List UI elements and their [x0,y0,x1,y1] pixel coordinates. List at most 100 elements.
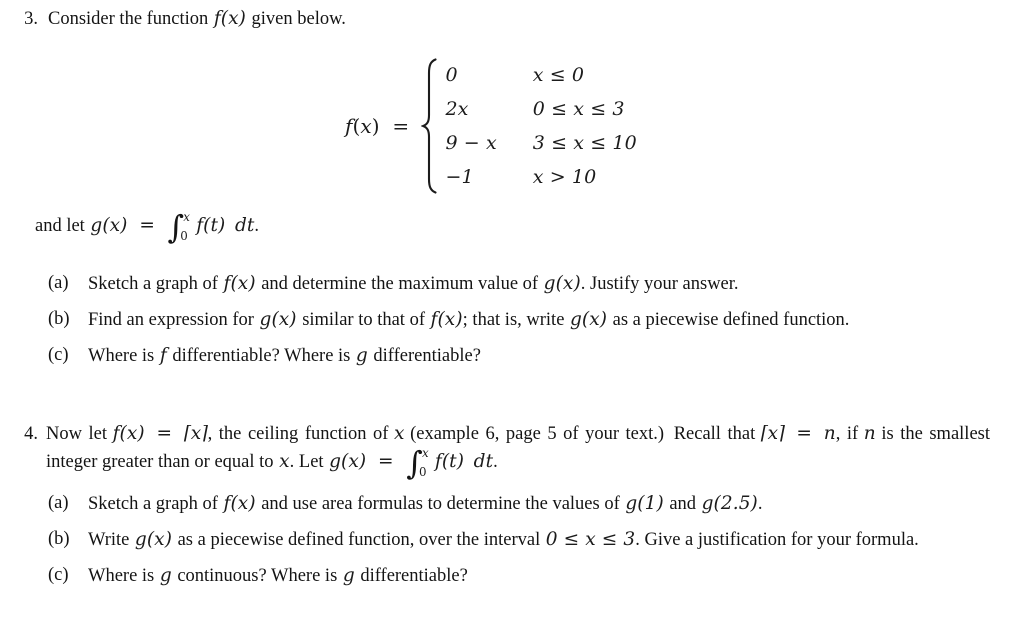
problem-3-part-b: (b) Find an expression for g(x) similar to… [48,306,932,335]
problem-4-part-b-label: (b) [48,528,70,549]
ceiling-function-notation-2: ⌈x⌉ [760,423,785,444]
problem-3-part-c-label: (c) [48,344,69,365]
andlet-gx: g(x) [90,215,128,236]
p4c-text-2: continuous? Where is [177,565,338,586]
p3b-text-3: ; that is, write [462,309,565,330]
p4b-text-2: as a piecewise defined function, over th… [177,529,541,550]
piecewise-cases-table: 0 x ≤ 0 2x 0 ≤ x ≤ 3 9 − x 3 ≤ x ≤ 10 −1… [437,58,636,194]
ceiling-function-notation: ⌈x⌉ [183,423,208,444]
p4-line1-b: , the ceiling function of [207,424,389,444]
piecewise-lhs-var: x [360,113,372,138]
problem-3-andlet-line: and let g(x) = ∫ x 0 f(t) dt. [35,209,535,242]
p3b-text-4: as a piecewise defined function. [612,309,850,330]
piecewise-case-condition-4: x > 10 [532,166,597,188]
p3c-text-3: differentiable? [373,345,481,366]
piecewise-case-condition-3: 3 ≤ x ≤ 10 [532,132,637,154]
problem-3-part-b-label: (b) [48,308,70,329]
integral-limits: x0 [180,209,191,242]
document-page: 3. Consider the function f(x) given below.… [0,0,1024,630]
p3a-text-3: . Justify your answer. [580,274,739,294]
p3b-math-3: g(x) [569,308,608,330]
p4a-text-3: and [669,494,697,514]
integral-upper-limit-2: x [422,445,429,460]
piecewise-function-display: f(x) = 0 x ≤ 0 2x 0 ≤ x ≤ 3 9 − x 3 ≤ x ≤… [345,58,637,194]
piecewise-case-condition-2: 0 ≤ x ≤ 3 [532,98,625,120]
integral-expression: ∫ x 0 [167,209,191,242]
problem-3-fx: f(x) [213,8,246,29]
p4-line1-a: Now let [46,424,108,444]
problem-4-part-b-body: Write g(x) as a piecewise defined function… [88,526,972,555]
p4a-math-1: f(x) [223,493,256,514]
problem-4-text: Now let f(x) = ⌈x⌉, the ceiling function of… [46,420,990,479]
problem-3-stem-part2: given below. [251,9,346,29]
p4-integrand: f(t) [434,451,465,473]
andlet-text: and let g(x) = ∫ x 0 f(t) dt. [35,209,535,242]
piecewise-lhs-f: f [345,113,353,138]
left-curly-brace-icon [421,58,438,194]
problem-3-statement: 3. Consider the function f(x) given below. [8,5,988,33]
p3a-math-1: f(x) [223,273,256,294]
p4-differential: dt [473,451,494,473]
p4-line1-x: x [393,423,405,444]
piecewise-case-value-3: 9 − x [445,132,497,154]
p4b-text-1: Write [88,529,130,550]
integral-upper-limit: x [183,209,191,224]
piecewise-case-value-1: 0 [445,64,458,86]
p4c-math-2: g [342,564,355,586]
p4c-text-1: Where is [88,565,155,586]
piecewise-case-condition-1: x ≤ 0 [532,64,585,86]
problem-3-part-c: (c) Where is f differentiable? Where is g di… [48,342,932,371]
p4-line2-period: . [493,452,498,473]
p4-line1-equals: = [156,423,173,444]
p3a-text-2: and determine the maximum value of [261,274,539,294]
p3c-text-1: Where is [88,345,155,366]
problem-4-part-a-label: (a) [48,493,69,513]
problem-3-part-a: (a) Sketch a graph of f(x) and determine t… [48,270,932,299]
piecewise-lhs-paren-close: ) [371,113,380,138]
integral-expression-2: ∫ x 0 [405,447,429,479]
problem-4-part-c: (c) Where is g continuous? Where is g differ… [48,562,932,591]
p3a-math-2: g(x) [543,273,581,294]
problem-4-parts-list: (a) Sketch a graph of f(x) and use area fo… [48,490,932,597]
p4-line1-c: (example 6, page 5 of your text.) [410,424,665,444]
p3b-math-2: f(x) [430,308,463,330]
p4-line2-n2: n [863,423,876,444]
problem-3-part-c-body: Where is f differentiable? Where is g differ… [88,342,932,371]
p3b-math-1: g(x) [259,308,297,330]
problem-4-part-a-body: Sketch a graph of f(x) and use area formul… [88,490,932,519]
p3b-text-1: Find an expression for [88,309,254,330]
problem-3-part-b-body: Find an expression for g(x) similar to tha… [88,306,972,335]
problem-4-part-b: (b) Write g(x) as a piecewise defined func… [48,526,932,555]
p4-line2-c: . Let [289,452,324,473]
integral-limits-2: x0 [419,447,429,478]
p4-line2-x: x [279,451,290,473]
p4c-math-1: g [159,564,172,586]
piecewise-equals: = [392,113,410,138]
problem-4-statement: 4. Now let f(x) = ⌈x⌉, the ceiling function… [8,420,990,479]
piecewise-case-value-2: 2x [445,98,469,120]
piecewise-case-value-4: −1 [445,166,474,188]
p3c-math-1: f [159,344,167,366]
integral-lower-limit: 0 [180,228,188,243]
andlet-equals: = [139,215,155,236]
p3c-text-2: differentiable? Where is [172,345,351,366]
p3c-math-2: g [355,344,368,366]
problem-3-number: 3. [24,9,38,29]
p4-line2-equals-2: = [378,451,394,473]
p4c-text-3: differentiable? [360,565,468,586]
p4b-math-1: g(x) [134,528,173,550]
problem-3-part-a-label: (a) [48,273,69,293]
p4b-math-2: 0 ≤ x ≤ 3 [545,528,636,550]
p4a-text-1: Sketch a graph of [88,494,218,514]
p4b-text-3: . Give a justification for your formula. [635,529,919,550]
p3b-text-2: similar to that of [302,309,425,330]
problem-4-part-a: (a) Sketch a graph of f(x) and use area fo… [48,490,932,519]
p4-line1-d: Recall that [673,424,756,444]
p4-line2-n: n [823,423,836,444]
p4-line1-fx: f(x) [112,423,145,444]
p4-line2-a: , if [835,424,859,444]
piecewise-lhs: f(x) = [345,114,421,139]
p4a-text-4: . [757,494,763,514]
p4a-text-2: and use area formulas to determine the v… [261,494,620,514]
piecewise-cases-group: 0 x ≤ 0 2x 0 ≤ x ≤ 3 9 − x 3 ≤ x ≤ 10 −1… [421,58,637,194]
